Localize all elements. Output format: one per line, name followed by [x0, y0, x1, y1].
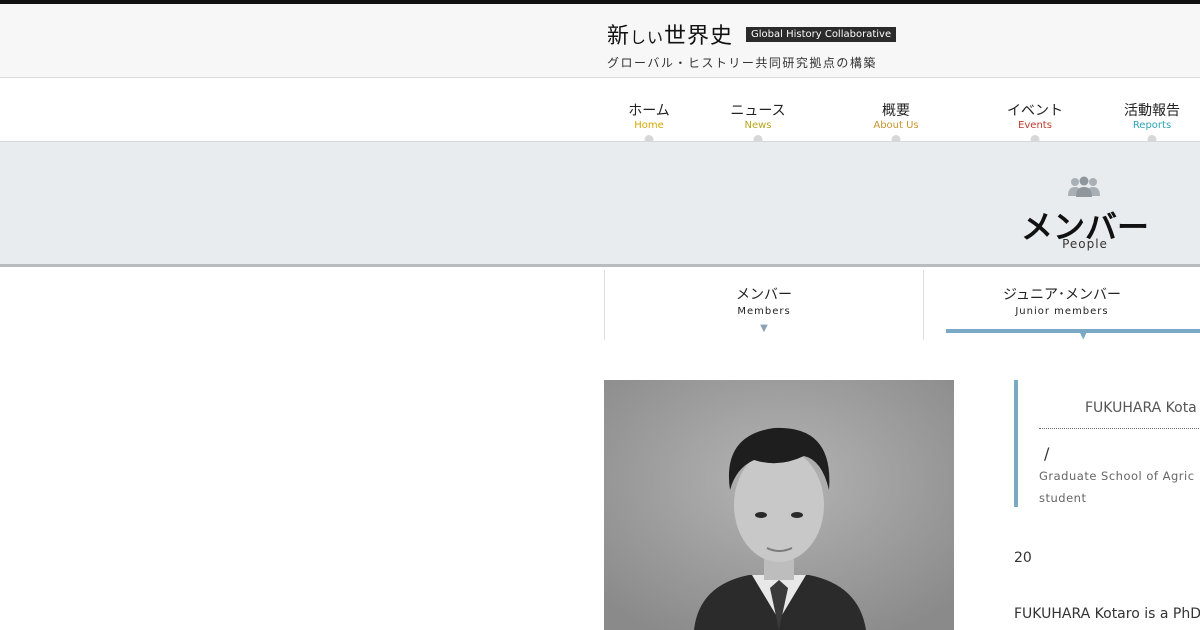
member-affiliation: Graduate School of Agric [1039, 469, 1195, 483]
nav-events[interactable]: イベント Events [1007, 100, 1063, 131]
logo-subtitle: グローバル・ヒストリー共同研究拠点の構築 [607, 56, 877, 70]
active-tab-underline [946, 329, 1200, 333]
nav-home[interactable]: ホーム Home [628, 100, 670, 131]
nav-about[interactable]: 概要 About Us [873, 100, 918, 131]
dotted-divider [1039, 428, 1200, 429]
nav-news[interactable]: ニュース News [730, 100, 785, 131]
member-profile: FUKUHARA Kota / Graduate School of Agric… [1014, 380, 1200, 507]
tab-arrow-icon: ▼ [760, 323, 768, 334]
logo-badge: Global History Collaborative [746, 27, 897, 42]
people-icon [1067, 176, 1101, 202]
member-name: FUKUHARA Kota [1085, 400, 1197, 416]
active-tab-arrow-icon: ▼ [1079, 328, 1088, 341]
tab-members[interactable]: メンバー Members ▼ [604, 270, 924, 340]
member-photo [604, 380, 954, 630]
member-status: student [1039, 491, 1087, 505]
member-tabs: メンバー Members ▼ ジュニア･メンバー Junior members … [604, 270, 1200, 341]
tab-junior-members[interactable]: ジュニア･メンバー Junior members ▼ [924, 270, 1200, 341]
site-logo[interactable]: 新しい世界史 Global History Collaborative グローバ… [607, 18, 897, 71]
nav-reports[interactable]: 活動報告 Reports [1124, 100, 1180, 131]
page-subtitle: People [1062, 237, 1108, 251]
member-bio: FUKUHARA Kotaro is a PhD [1014, 606, 1200, 622]
site-header: 新しい世界史 Global History Collaborative グローバ… [0, 4, 1200, 78]
member-year: 20 [1014, 550, 1032, 566]
main-nav: ホーム Home ニュース News 概要 About Us イベント Even… [0, 78, 1200, 141]
page-banner: メンバー People [0, 141, 1200, 267]
title-separator: / [1044, 444, 1050, 463]
